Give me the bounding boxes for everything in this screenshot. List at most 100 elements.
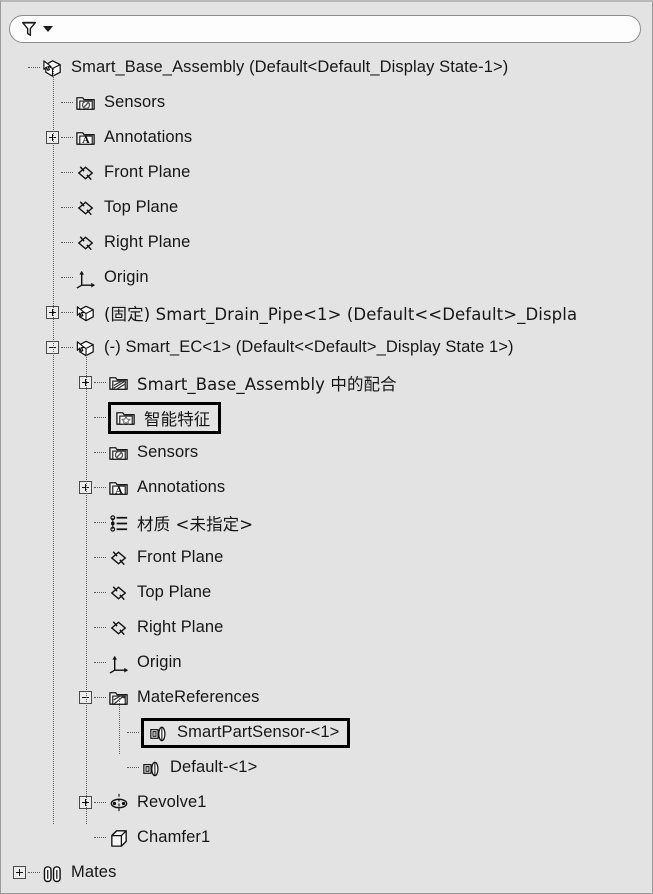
tree-row-content: Annotations [46,127,192,149]
tree-row[interactable]: SmartPartSensor-<1> [1,715,652,750]
tree-row[interactable]: Default-<1> [1,750,652,785]
tree-row-label: Top Plane [104,198,179,216]
tree-row-content: 智能特征 [79,401,222,434]
tree-row[interactable]: Top Plane [1,190,652,225]
filter-bar[interactable] [9,15,641,43]
origin-icon [76,269,96,289]
mates-folder-icon [108,372,130,394]
tree-connector-line [94,486,106,489]
tree-row[interactable]: 智能特征 [1,400,652,435]
tree-connector-line [94,416,106,419]
tree-row[interactable]: Right Plane [1,225,652,260]
tree-row[interactable]: Front Plane [1,540,652,575]
tree-row[interactable]: (固定) Smart_Drain_Pipe<1> (Default<<Defau… [1,295,652,330]
tree-row[interactable]: Top Plane [1,575,652,610]
tree-row[interactable]: Mates [1,855,652,890]
tree-row-content: Top Plane [46,197,178,219]
row-body: 材质 <未指定> [108,511,253,535]
tree-row[interactable]: Annotations [1,120,652,155]
row-body: Smart_Base_Assembly 中的配合 [108,371,397,395]
tree-row[interactable]: Smart_Base_Assembly 中的配合 [1,365,652,400]
tree-row[interactable]: Sensors [1,435,652,470]
tree-connector-line [61,206,73,209]
mate-reference-item-icon [150,726,166,741]
row-body: Top Plane [75,197,178,219]
tree-row-content: Annotations [79,477,225,499]
row-body: MateReferences [108,687,259,709]
tree-row-content: Chamfer1 [79,827,210,849]
tree-row[interactable]: Sensors [1,85,652,120]
row-body: (-) Smart_EC<1> (Default<<Default>_Displ… [75,337,514,359]
tree-row-content: (-) Smart_EC<1> (Default<<Default>_Displ… [46,337,514,359]
tree-row-content: Mates [13,862,116,884]
mate-reference-item-icon [143,761,159,776]
tree-row[interactable]: Chamfer1 [1,820,652,855]
row-body: Annotations [75,127,192,149]
tree-row[interactable]: MateReferences [1,680,652,715]
annotations-folder-icon [75,127,97,149]
tree-row-content: Origin [79,652,182,674]
tree-row[interactable]: Revolve1 [1,785,652,820]
tree-connector-line [94,696,106,699]
mates-paperclip-icon [43,865,61,882]
tree-row[interactable]: (-) Smart_EC<1> (Default<<Default>_Displ… [1,330,652,365]
row-body: Default-<1> [141,757,257,779]
tree-row[interactable]: Right Plane [1,610,652,645]
expand-toggle-icon[interactable] [13,866,26,879]
tree-connector-line [61,241,73,244]
row-body: Mates [42,862,116,884]
row-body: Sensors [75,92,165,114]
row-body: Revolve1 [108,792,207,814]
plane-icon [78,165,93,180]
tree-row[interactable]: 材质 <未指定> [1,505,652,540]
tree-connector-line [94,381,106,384]
tree-row-label: SmartPartSensor-<1> [177,723,340,741]
tree-connector-line [94,521,106,524]
funnel-filter-icon[interactable] [20,20,38,38]
plane-icon [78,235,93,250]
sensors-folder-icon [108,442,130,464]
tree-connector-line [61,101,73,104]
row-body: Chamfer1 [108,827,210,849]
tree-connector-line [61,346,73,349]
tree-row[interactable]: Origin [1,260,652,295]
row-body: Right Plane [108,617,223,639]
tree-row[interactable]: Annotations [1,470,652,505]
tree-connector-line [94,556,106,559]
tree-guide-line [118,697,120,754]
tree-row[interactable]: Front Plane [1,155,652,190]
tree-row-content: Right Plane [46,232,190,254]
component-icon [76,305,94,321]
tree-row-label: Origin [137,653,182,671]
row-body: Annotations [108,477,225,499]
sensors-folder-icon [75,92,97,114]
tree-row-label: Front Plane [104,163,191,181]
tree-row-label: Smart_Base_Assembly 中的配合 [137,374,397,394]
row-body: (固定) Smart_Drain_Pipe<1> (Default<<Defau… [75,301,577,325]
row-body: Top Plane [108,582,211,604]
tree-row[interactable]: Smart_Base_Assembly (Default<Default_Dis… [1,50,652,85]
chamfer-icon [111,829,127,847]
tree-connector-line [127,731,139,734]
tree-row-label: Revolve1 [137,793,207,811]
feature-manager-panel: Smart_Base_Assembly (Default<Default_Dis… [0,0,653,894]
tree-row[interactable]: Origin [1,645,652,680]
filter-input[interactable] [53,18,640,40]
tree-connector-line [61,276,73,279]
toggle-spacer [79,831,92,844]
tree-connector-line [28,871,40,874]
row-body: Front Plane [75,162,190,184]
tree-row-content: (固定) Smart_Drain_Pipe<1> (Default<<Defau… [46,301,577,325]
tree-row-content: Sensors [46,92,165,114]
tree-row-content: Origin [46,267,149,289]
highlight-box: SmartPartSensor-<1> [141,717,351,748]
tree-connector-line [61,311,73,314]
chevron-down-icon[interactable] [43,26,53,32]
toggle-spacer [13,61,26,74]
toggle-spacer [112,761,125,774]
tree-row-content: Right Plane [79,617,223,639]
plane-icon [111,620,126,635]
tree-row-label: Right Plane [104,233,191,251]
tree-connector-line [28,66,40,69]
tree-row-label: Front Plane [137,548,224,566]
